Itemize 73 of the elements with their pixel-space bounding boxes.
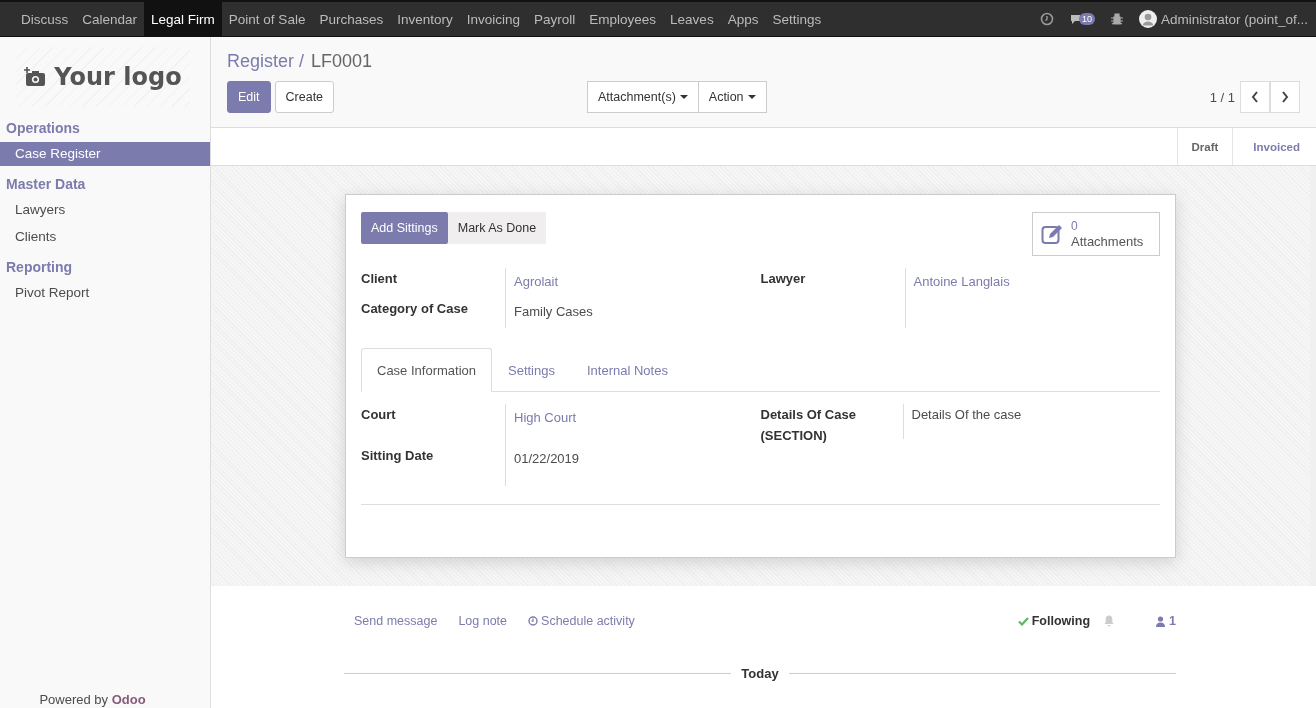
previous-button[interactable] [1240, 81, 1270, 113]
user-menu[interactable]: Administrator (point_of... [1138, 10, 1308, 28]
messages-button[interactable]: 10 [1069, 13, 1095, 25]
field-value: Family Cases [505, 298, 761, 328]
app-menu-item[interactable]: Calendar [75, 2, 145, 36]
field-label: Sitting Date [361, 447, 435, 465]
menu-section-title: Operations [5, 119, 81, 138]
pager-value: 1 / 1 [1209, 89, 1235, 105]
menu-section-title: Reporting [5, 258, 74, 277]
chatter-action-link[interactable]: Schedule activity [528, 614, 635, 628]
record-title: LF0001 [311, 51, 373, 72]
camera-icon [24, 67, 47, 87]
form-tab[interactable]: Internal Notes [571, 348, 684, 392]
app-menu-item[interactable]: Purchases [312, 2, 391, 36]
app-menu-item[interactable]: Legal Firm [144, 2, 222, 36]
app-menu-item[interactable]: Settings [765, 2, 829, 36]
menu-section-title: Master Data [5, 175, 87, 194]
chevron-left-icon [1251, 91, 1259, 103]
attachments-button[interactable]: 0 Attachments [1032, 212, 1160, 256]
form-tab[interactable]: Case Information [361, 348, 492, 392]
app-menu-item[interactable]: Discuss [14, 2, 76, 36]
dropdown-button[interactable]: Action [698, 81, 767, 113]
check-icon [1017, 616, 1029, 626]
clock-icon[interactable] [1039, 12, 1054, 26]
sidebar-item[interactable]: Lawyers [0, 198, 210, 222]
chevron-right-icon [1281, 91, 1289, 103]
breadcrumb-link[interactable]: Register [227, 51, 295, 72]
field-label: Details Of Case (SECTION) [760, 406, 857, 445]
add-sittings-button[interactable]: Add Sittings [361, 212, 448, 244]
avatar-icon [1138, 10, 1157, 28]
app-menu-item[interactable]: Point of Sale [221, 2, 313, 36]
following-button[interactable]: Following [1017, 614, 1091, 628]
create-button[interactable]: Create [274, 81, 335, 113]
status-stage[interactable]: Draft [1177, 128, 1233, 165]
app-menu-item[interactable]: Leaves [663, 2, 721, 36]
sidebar-item[interactable]: Case Register [0, 142, 210, 166]
edit-button[interactable]: Edit [227, 81, 271, 113]
field-link[interactable]: Agrolait [505, 268, 761, 298]
dropdown-button[interactable]: Attachment(s) [587, 81, 699, 113]
chatter-action-link[interactable]: Send message [354, 614, 438, 628]
field-label: Lawyer [760, 270, 807, 288]
clock-icon [528, 616, 539, 626]
app-menu-item[interactable]: Invoicing [459, 2, 528, 36]
field-value: 01/22/2019 [505, 445, 761, 486]
chat-bubble-icon [1069, 13, 1082, 25]
field-label: Category of Case [361, 300, 469, 318]
caret-icon [747, 95, 756, 99]
status-stage[interactable]: Invoiced [1232, 128, 1316, 165]
next-button[interactable] [1270, 81, 1300, 113]
user-icon [1156, 615, 1166, 627]
field-value: Details Of the case [902, 404, 1030, 439]
field-label: Client [361, 270, 399, 288]
bug-icon[interactable] [1110, 12, 1123, 26]
date-divider-label: Today [741, 666, 779, 681]
mark-done-button[interactable]: Mark As Done [447, 212, 547, 244]
sidebar-item[interactable]: Clients [0, 225, 210, 249]
sidebar-item[interactable]: Pivot Report [0, 281, 210, 305]
breadcrumb-separator: / [299, 51, 305, 72]
powered-by-text: Powered by Odoo [38, 692, 147, 708]
followers-button[interactable]: 1 [1156, 614, 1176, 628]
field-link[interactable]: High Court [505, 404, 761, 445]
app-menu-item[interactable]: Payroll [527, 2, 583, 36]
app-menu-item[interactable]: Apps [720, 2, 766, 36]
message-count-badge: 10 [1078, 13, 1095, 25]
caret-icon [679, 95, 688, 99]
edit-icon [1041, 223, 1065, 245]
field-label: Court [361, 406, 397, 424]
field-link[interactable]: Antoine Langlais [904, 268, 1160, 328]
form-tab[interactable]: Settings [492, 348, 571, 392]
chatter-action-link[interactable]: Log note [458, 614, 508, 628]
app-menu-item[interactable]: Employees [582, 2, 664, 36]
logo-placeholder[interactable]: Your logo [16, 47, 190, 107]
app-menu-item[interactable]: Inventory [390, 2, 460, 36]
